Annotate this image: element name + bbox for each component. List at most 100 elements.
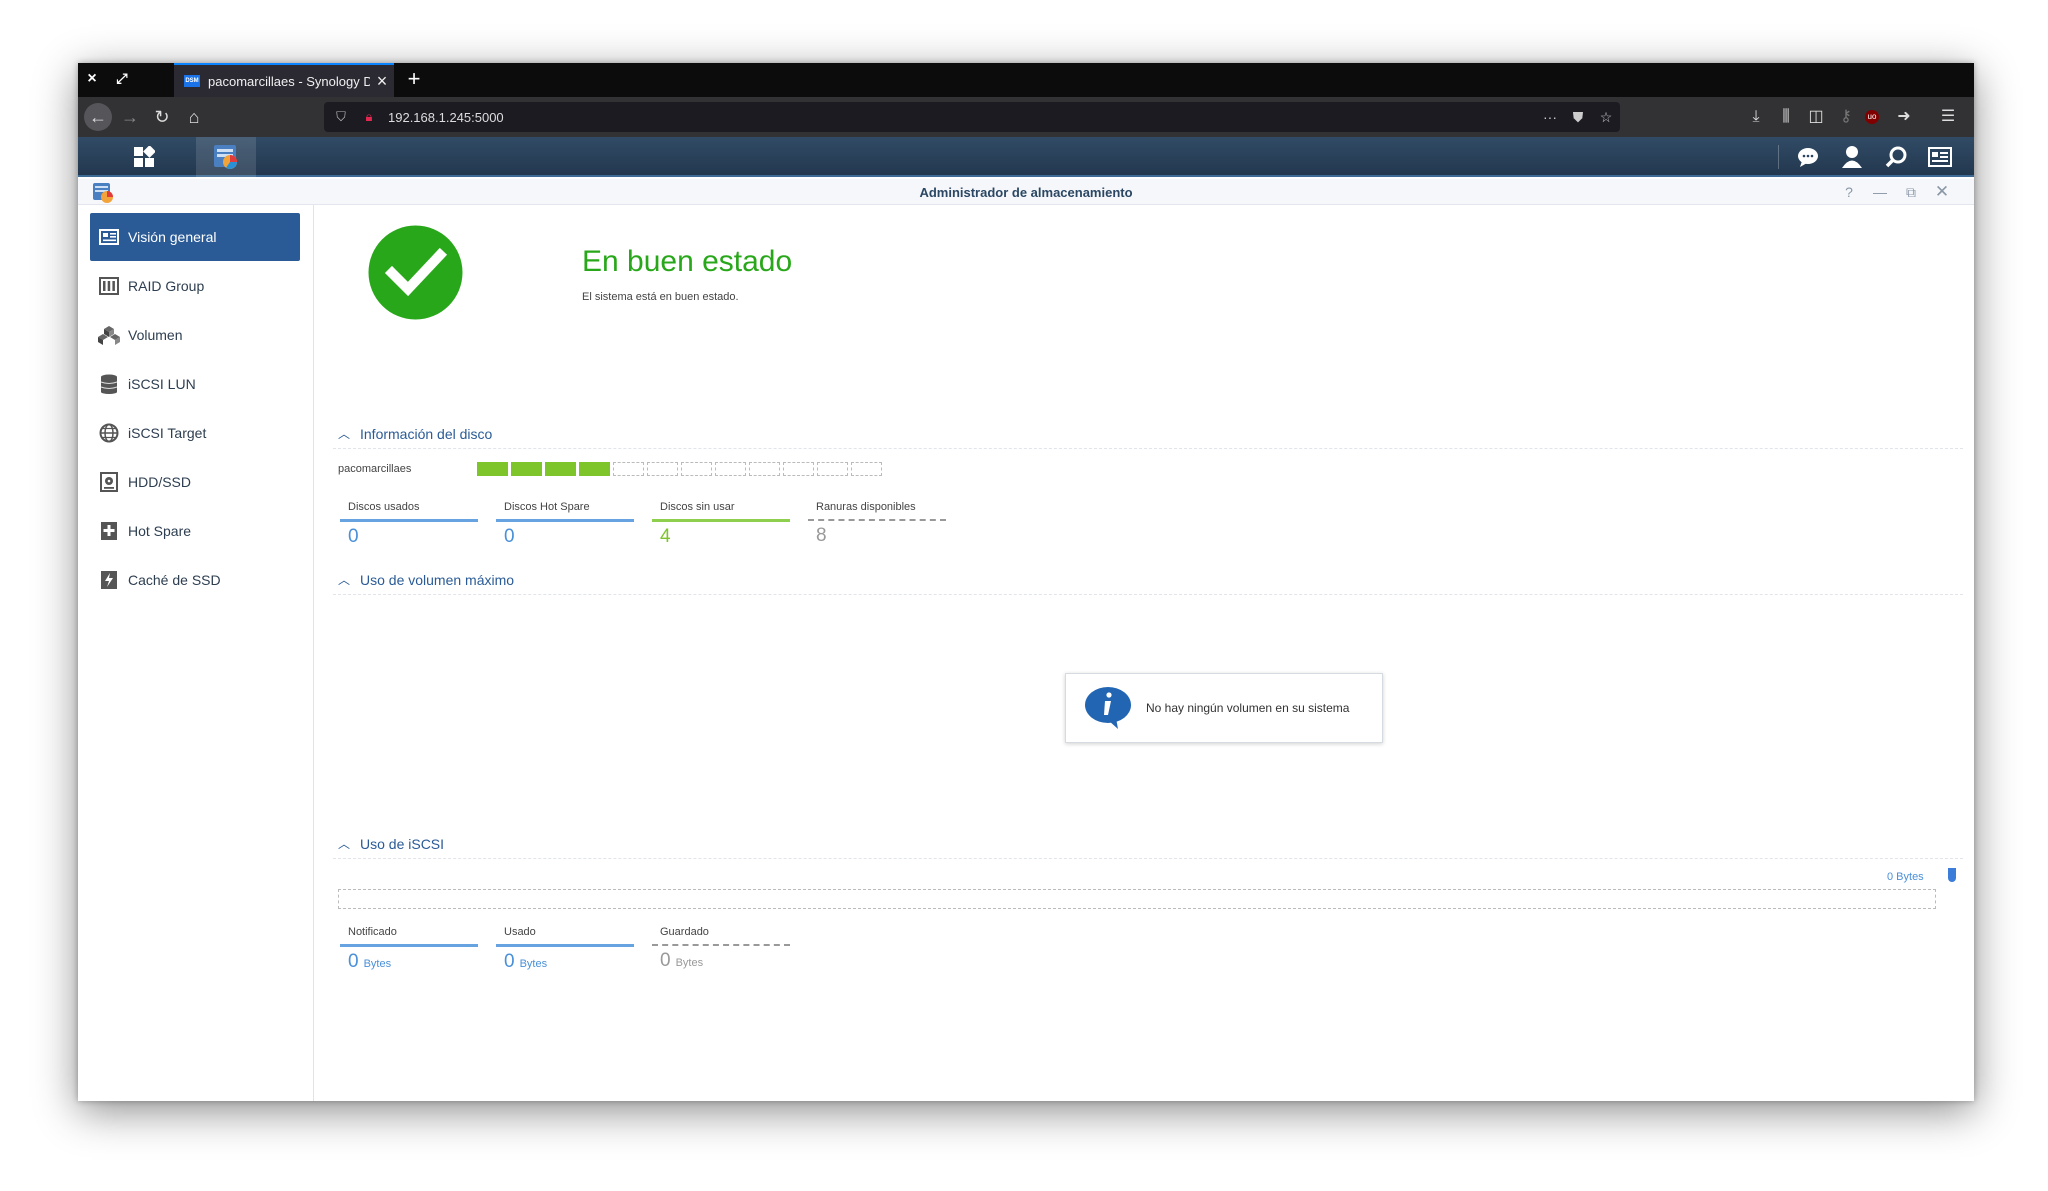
search-button[interactable]: [1880, 143, 1912, 171]
widgets-button[interactable]: [1924, 143, 1956, 171]
section-volume-usage[interactable]: ︿ Uso de volumen máximo: [338, 571, 514, 588]
stat-value: 0: [348, 526, 359, 547]
shield-icon[interactable]: ⛉: [330, 109, 352, 125]
stat-label: Guardado: [660, 926, 709, 938]
stat-underline: [496, 944, 634, 947]
notifications-button[interactable]: [1792, 143, 1824, 171]
bookmark-star-icon[interactable]: ☆: [1592, 109, 1620, 126]
url-bar[interactable]: ⛉ 🔒︎ 192.168.1.245:5000 ··· ⛊ ☆: [324, 102, 1620, 132]
minimize-icon[interactable]: —: [1870, 182, 1890, 202]
reload-icon[interactable]: ↻: [148, 103, 176, 131]
stat-label: Discos usados: [348, 501, 420, 513]
sidebar-item-label: Caché de SSD: [128, 572, 221, 588]
library-icon[interactable]: ⫼: [1772, 103, 1800, 131]
info-icon: [1085, 687, 1131, 729]
no-volume-text: No hay ningún volumen en su sistema: [1146, 701, 1350, 715]
iscsi-lun-icon: [98, 373, 120, 395]
sidebar-toggle-icon[interactable]: ◫: [1802, 103, 1830, 131]
disk-slot-empty: [613, 462, 644, 476]
navigation-bar: ← → ↻ ⌂ ⛉ 🔒︎ 192.168.1.245:5000 ··· ⛊ ☆ …: [78, 97, 1974, 137]
ssd-cache-icon: [98, 569, 120, 591]
stat-unused-disks: Discos sin usar 4: [652, 501, 790, 548]
sidebar-item-overview[interactable]: Visión general: [90, 213, 300, 261]
stat-underline: [340, 519, 478, 522]
back-icon[interactable]: ←: [84, 103, 112, 131]
section-title: Uso de iSCSI: [360, 835, 445, 852]
main-menu-icon: [134, 146, 155, 167]
pocket-icon[interactable]: ⛊: [1564, 109, 1592, 126]
stat-unit: Bytes: [519, 958, 548, 970]
app-title-bar: Administrador de almacenamiento ? — ⧉ ✕: [78, 179, 1974, 205]
disk-slot-used: [511, 462, 542, 476]
stat-underline: [808, 519, 946, 521]
downloads-icon[interactable]: ⤓: [1742, 103, 1770, 131]
section-divider: [333, 594, 1963, 595]
stat-used-disks: Discos usados 0: [340, 501, 478, 548]
tab-close-icon[interactable]: ×: [370, 71, 394, 92]
extension-icon[interactable]: ➜: [1890, 103, 1918, 131]
sidebar-item-hdd-ssd[interactable]: HDD/SSD: [90, 458, 300, 506]
stat-value: 8: [816, 525, 827, 546]
stat-underline: [340, 944, 478, 947]
disk-slot-used: [579, 462, 610, 476]
stat-number: 0: [348, 951, 359, 972]
storage-manager-taskbar-button[interactable]: [196, 137, 256, 177]
user-button[interactable]: [1836, 143, 1868, 171]
stat-available-slots: Ranuras disponibles 8: [808, 501, 946, 547]
window-close-icon[interactable]: ×: [82, 70, 102, 88]
app-title: Administrador de almacenamiento: [919, 185, 1133, 200]
browser-tab[interactable]: DSM pacomarcillaes - Synology Di ×: [174, 63, 394, 97]
sidebar-item-hot-spare[interactable]: Hot Spare: [90, 507, 300, 555]
restore-icon[interactable]: ⧉: [1901, 182, 1921, 202]
status-title: En buen estado: [582, 245, 793, 278]
stat-underline: [652, 944, 790, 946]
stat-number: 0: [660, 950, 671, 971]
new-tab-icon[interactable]: +: [400, 66, 428, 92]
section-title: Información del disco: [360, 425, 493, 442]
hot-spare-icon: [98, 520, 120, 542]
ublock-icon[interactable]: uo: [1865, 110, 1879, 124]
sidebar-item-volume[interactable]: Volumen: [90, 311, 300, 359]
window-maximize-icon[interactable]: ⤢: [112, 70, 132, 87]
home-icon[interactable]: ⌂: [180, 103, 208, 131]
iscsi-usage-bar: [338, 889, 1936, 909]
section-disk-info[interactable]: ︿ Información del disco: [338, 425, 492, 442]
section-title: Uso de volumen máximo: [360, 571, 515, 588]
sidebar-item-raid-group[interactable]: RAID Group: [90, 262, 300, 310]
section-iscsi-usage[interactable]: ︿ Uso de iSCSI: [338, 835, 444, 852]
stat-saved: Guardado 0 Bytes: [652, 926, 790, 972]
stat-underline: [652, 519, 790, 522]
main-menu-button[interactable]: [114, 137, 174, 177]
stat-unit: Bytes: [363, 958, 392, 970]
close-icon[interactable]: ✕: [1932, 182, 1952, 202]
user-icon: [1842, 146, 1862, 168]
insecure-lock-icon[interactable]: 🔒︎: [358, 109, 380, 125]
stat-underline: [496, 519, 634, 522]
help-icon[interactable]: ?: [1839, 182, 1859, 202]
tab-strip: × ⤢ DSM pacomarcillaes - Synology Di × +: [78, 63, 1974, 97]
disk-slot-used: [545, 462, 576, 476]
stat-label: Ranuras disponibles: [816, 501, 916, 513]
key-icon[interactable]: ⚷: [1832, 103, 1860, 131]
url-text[interactable]: 192.168.1.245:5000: [388, 110, 1536, 125]
server-name: pacomarcillaes: [338, 463, 412, 475]
sidebar-item-label: HDD/SSD: [128, 474, 192, 490]
chevron-up-icon: ︿: [338, 427, 351, 441]
stat-value: 0 Bytes: [340, 951, 478, 973]
sidebar-item-iscsi-lun[interactable]: iSCSI LUN: [90, 360, 300, 408]
sidebar-item-label: Visión general: [128, 229, 217, 245]
menu-icon[interactable]: ☰: [1934, 103, 1962, 131]
chevron-up-icon: ︿: [338, 837, 351, 851]
sidebar-item-label: Hot Spare: [128, 523, 192, 539]
stat-value: 0 Bytes: [496, 951, 634, 973]
forward-icon[interactable]: →: [116, 103, 144, 131]
status-subtitle: El sistema está en buen estado.: [582, 291, 739, 303]
sidebar-item-iscsi-target[interactable]: iSCSI Target: [90, 409, 300, 457]
section-divider: [333, 448, 1963, 449]
stat-label: Discos Hot Spare: [504, 501, 590, 513]
sidebar-item-ssd-cache[interactable]: Caché de SSD: [90, 556, 300, 604]
page-actions-icon[interactable]: ···: [1536, 109, 1564, 125]
search-icon: [1885, 146, 1907, 168]
stat-hot-spare-disks: Discos Hot Spare 0: [496, 501, 634, 548]
sidebar-item-label: RAID Group: [128, 278, 205, 294]
